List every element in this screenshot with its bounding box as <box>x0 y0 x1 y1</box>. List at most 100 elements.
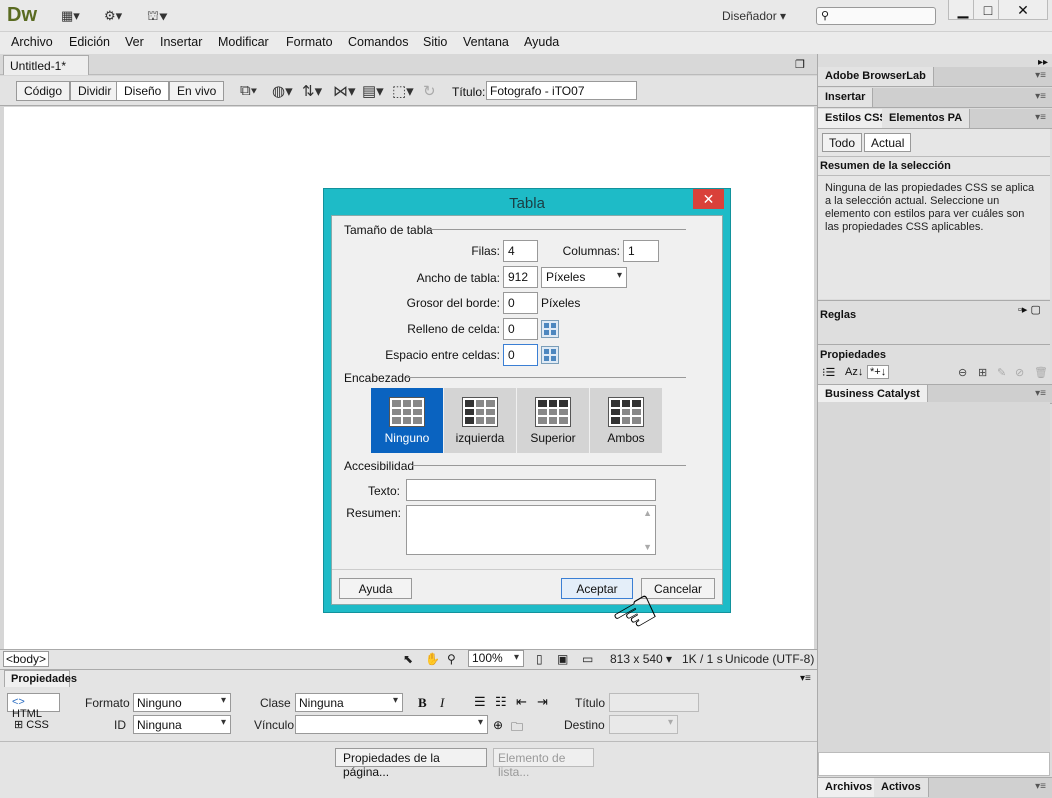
outdent-icon[interactable]: ⇤ <box>516 694 527 710</box>
ancho-unit-select[interactable]: Píxeles ▾ <box>541 267 627 288</box>
formato-select[interactable]: Ninguno ▾ <box>133 693 231 712</box>
scroll-down-icon[interactable]: ▼ <box>643 542 652 552</box>
page-title-input[interactable]: Fotografo - iTO07 <box>486 81 637 100</box>
id-select[interactable]: Ninguna ▾ <box>133 715 231 734</box>
window-size[interactable]: 813 x 540 ▾ <box>610 652 672 666</box>
insertar-tab[interactable]: Insertar <box>818 88 874 107</box>
search-input[interactable]: ⚲ <box>816 7 936 25</box>
validate-icon[interactable]: ⬚▾ <box>392 82 414 100</box>
todo-button[interactable]: Todo <box>822 133 863 152</box>
desktop-size-icon[interactable]: ▭ <box>582 652 593 666</box>
view-live-button[interactable]: En vivo <box>169 81 225 101</box>
view-code-button[interactable]: Código <box>16 81 71 101</box>
activos-tab[interactable]: Activos <box>874 778 929 797</box>
columnas-input[interactable]: 1 <box>623 240 659 262</box>
indent-icon[interactable]: ⇥ <box>537 694 548 710</box>
list-item-button[interactable]: Elemento de lista... <box>493 748 594 779</box>
menu-edicion[interactable]: Edición <box>69 35 110 49</box>
resumen-textarea[interactable]: ▲ ▼ <box>406 505 656 555</box>
actual-button[interactable]: Actual <box>864 133 912 152</box>
layout-icon[interactable]: ▦▾ <box>61 8 80 24</box>
rules-icons[interactable]: ▫▸ ▢ <box>1018 303 1041 316</box>
clase-select[interactable]: Ninguna ▾ <box>295 693 403 712</box>
unordered-list-icon[interactable]: ☰ <box>474 694 486 710</box>
menu-ayuda[interactable]: Ayuda <box>524 35 559 49</box>
panel-menu-icon[interactable]: ▾≡ <box>1035 91 1046 102</box>
visual-aids-icon[interactable]: ▤▾ <box>362 82 384 100</box>
refresh-icon[interactable]: ↻ <box>423 82 436 100</box>
body-tag-selector[interactable]: <body> <box>3 651 50 667</box>
multiscreen-icon[interactable]: ⧉▾ <box>240 82 257 99</box>
filas-input[interactable]: 4 <box>503 240 538 262</box>
relleno-input[interactable]: 0 <box>503 318 538 340</box>
file-management-icon[interactable]: ⇅▾ <box>302 82 322 100</box>
site-icon[interactable]: ⛫▾ <box>147 8 168 26</box>
header-none-option[interactable]: Ninguno <box>371 388 443 453</box>
help-button[interactable]: Ayuda <box>339 578 412 599</box>
view-split-button[interactable]: Dividir <box>70 81 120 101</box>
mobile-size-icon[interactable]: ▯ <box>536 652 543 666</box>
vinculo-input[interactable]: ▾ <box>295 715 488 734</box>
menu-ventana[interactable]: Ventana <box>463 35 509 49</box>
hand-tool-icon[interactable]: ✋ <box>425 652 440 666</box>
ordered-list-icon[interactable]: ☷ <box>495 694 507 710</box>
browserlab-panel-header[interactable]: Adobe BrowserLab ▾≡ <box>818 67 1052 87</box>
header-left-option[interactable]: izquierda <box>444 388 516 453</box>
menu-comandos[interactable]: Comandos <box>348 35 408 49</box>
document-tab[interactable]: Untitled-1* ✕ <box>3 55 89 87</box>
gear-icon[interactable]: ⚙▾ <box>104 8 122 24</box>
header-top-option[interactable]: Superior <box>517 388 589 453</box>
bold-icon[interactable]: B <box>418 695 427 711</box>
tablet-size-icon[interactable]: ▣ <box>557 652 568 666</box>
zoom-select[interactable]: 100% ▾ <box>468 650 524 667</box>
point-to-file-icon[interactable]: ⊕ <box>493 718 503 732</box>
zoom-tool-icon[interactable]: ⚲ <box>447 652 456 666</box>
menu-ver[interactable]: Ver <box>125 35 144 49</box>
menu-modificar[interactable]: Modificar <box>218 35 269 49</box>
destino-select[interactable]: ▾ <box>609 715 678 734</box>
attach-stylesheet-icon[interactable]: ⊖ <box>958 366 967 379</box>
archivos-tab[interactable]: Archivos <box>818 778 881 797</box>
browser-preview-icon[interactable]: ◍▾ <box>272 82 293 100</box>
disable-icon[interactable]: ⊘ <box>1015 366 1024 379</box>
css-mode-button[interactable]: ⊞ CSS <box>14 718 49 731</box>
alpha-sort-icon[interactable]: Az↓ <box>845 366 863 378</box>
scroll-up-icon[interactable]: ▲ <box>643 508 652 518</box>
ancho-input[interactable]: 912 <box>503 266 538 288</box>
header-both-option[interactable]: Ambos <box>590 388 662 453</box>
panel-menu-icon[interactable]: ▾≡ <box>1035 112 1046 123</box>
menu-insertar[interactable]: Insertar <box>160 35 202 49</box>
panel-menu-icon[interactable]: ▾≡ <box>800 673 811 684</box>
category-view-icon[interactable]: ⁝☰ <box>822 366 835 379</box>
panel-menu-icon[interactable]: ▾≡ <box>1035 70 1046 81</box>
titulo-input[interactable] <box>609 693 699 712</box>
menu-sitio[interactable]: Sitio <box>423 35 447 49</box>
italic-icon[interactable]: I <box>440 695 444 711</box>
texto-input[interactable] <box>406 479 656 501</box>
panel-menu-icon[interactable]: ▾≡ <box>1035 781 1046 792</box>
folder-icon[interactable]: 🗀 <box>511 718 523 739</box>
view-design-button[interactable]: Diseño <box>116 81 170 101</box>
browserlab-tab[interactable]: Adobe BrowserLab <box>818 67 934 86</box>
page-properties-button[interactable]: Propiedades de la página... <box>335 748 487 779</box>
select-tool-icon[interactable]: ⬉ <box>403 652 413 666</box>
trash-icon[interactable]: 🗑 <box>1034 366 1048 379</box>
debug-icon[interactable]: ⋈▾ <box>333 82 356 100</box>
set-properties-icon[interactable]: *+↓ <box>867 365 890 379</box>
new-rule-icon[interactable]: ⊞ <box>978 366 987 379</box>
edit-rule-icon[interactable]: ✎ <box>997 366 1006 379</box>
workspace-switcher[interactable]: Diseñador ▾ <box>722 9 786 23</box>
restore-doc-icon[interactable]: ❐ <box>795 58 805 71</box>
insertar-panel-header[interactable]: Insertar ▾≡ <box>818 88 1052 108</box>
dialog-close-button[interactable]: ✕ <box>693 189 724 209</box>
espacio-input[interactable]: 0 <box>503 344 538 366</box>
menu-archivo[interactable]: Archivo <box>11 35 53 49</box>
cancel-button[interactable]: Cancelar <box>641 578 715 599</box>
properties-tab[interactable]: Propiedades <box>4 670 77 687</box>
panel-menu-icon[interactable]: ▾≡ <box>1035 388 1046 399</box>
menu-formato[interactable]: Formato <box>286 35 333 49</box>
close-window-button[interactable]: ✕ <box>998 0 1048 20</box>
html-mode-button[interactable]: <> HTML <box>7 693 60 720</box>
elementos-pa-tab[interactable]: Elementos PA <box>882 109 971 128</box>
grosor-input[interactable]: 0 <box>503 292 538 314</box>
